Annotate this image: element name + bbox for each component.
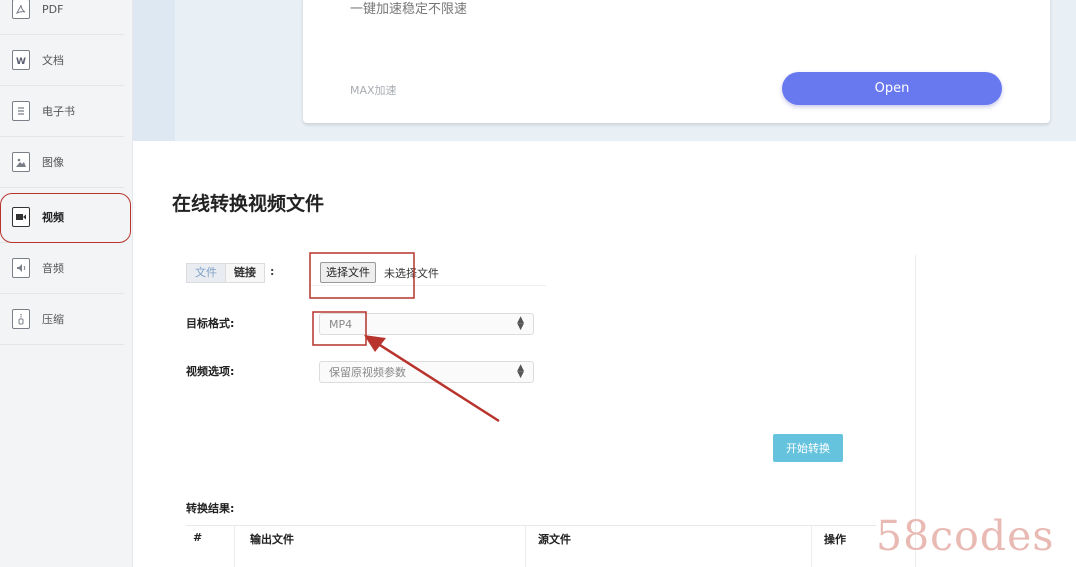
source-colon: : xyxy=(270,265,275,278)
sidebar-item-pdf[interactable]: PDF xyxy=(0,0,124,35)
results-table-header: # 输出文件 源文件 操作 xyxy=(186,525,876,567)
promo-tag: MAX加速 xyxy=(350,84,397,97)
promo-description: 一键加速稳定不限速 xyxy=(350,2,468,17)
svg-text:W: W xyxy=(16,57,26,66)
select-arrows-icon: ▲ ▼ xyxy=(517,363,524,380)
promo-strip xyxy=(133,0,175,141)
ebook-icon xyxy=(12,101,30,121)
open-button[interactable]: Open xyxy=(782,72,1002,105)
target-format-select[interactable]: MP4 ▲ ▼ xyxy=(319,313,534,335)
sidebar-item-label: 压缩 xyxy=(42,313,64,326)
page: PDF W 文档 电子书 图像 视频 音频 压缩 一键加速稳定不限速 MAX加速… xyxy=(0,0,1076,567)
column-separator xyxy=(811,526,812,567)
tab-link[interactable]: 链接 xyxy=(225,264,264,282)
source-tabs: 文件 链接 xyxy=(186,263,265,283)
column-separator xyxy=(234,526,235,567)
sidebar-item-label: PDF xyxy=(42,2,64,16)
column-header-output: 输出文件 xyxy=(250,533,294,546)
sidebar-item-image[interactable]: 图像 xyxy=(0,137,124,188)
column-header-source: 源文件 xyxy=(538,533,571,546)
image-icon xyxy=(12,152,30,172)
sidebar-item-label: 电子书 xyxy=(42,105,75,118)
target-format-value: MP4 xyxy=(329,317,353,331)
video-options-select[interactable]: 保留原视频参数 ▲ ▼ xyxy=(319,361,534,383)
choose-file-button[interactable]: 选择文件 xyxy=(320,262,376,283)
watermark: 58codes xyxy=(876,512,1055,560)
target-format-label: 目标格式: xyxy=(186,317,235,330)
tab-file[interactable]: 文件 xyxy=(187,264,225,282)
file-input-underline xyxy=(310,285,546,286)
sidebar-item-ebook[interactable]: 电子书 xyxy=(0,86,124,137)
word-document-icon: W xyxy=(12,50,30,70)
video-options-label: 视频选项: xyxy=(186,365,235,378)
pdf-icon xyxy=(12,0,30,19)
sidebar-item-audio[interactable]: 音频 xyxy=(0,243,124,294)
callout-arrow-head xyxy=(364,335,386,352)
sidebar-item-label: 文档 xyxy=(42,54,64,67)
video-options-value: 保留原视频参数 xyxy=(329,366,406,379)
promo-card: 一键加速稳定不限速 MAX加速 Open xyxy=(303,0,1050,123)
active-item-highlight xyxy=(0,193,131,243)
sidebar-item-document[interactable]: W 文档 xyxy=(0,35,124,86)
page-title: 在线转换视频文件 xyxy=(172,193,325,215)
select-arrows-icon: ▲ ▼ xyxy=(517,315,524,332)
archive-icon xyxy=(12,309,30,329)
sidebar-item-label: 图像 xyxy=(42,156,64,169)
results-title: 转换结果: xyxy=(186,502,235,515)
column-header-index: # xyxy=(193,531,203,544)
sidebar: PDF W 文档 电子书 图像 视频 音频 压缩 xyxy=(0,0,133,567)
column-separator xyxy=(525,526,526,567)
sidebar-item-compress[interactable]: 压缩 xyxy=(0,294,124,345)
file-status: 未选择文件 xyxy=(384,267,439,280)
column-header-actions: 操作 xyxy=(824,533,846,546)
sidebar-item-label: 音频 xyxy=(42,262,64,275)
audio-icon xyxy=(12,258,30,278)
start-convert-button[interactable]: 开始转换 xyxy=(773,434,843,462)
